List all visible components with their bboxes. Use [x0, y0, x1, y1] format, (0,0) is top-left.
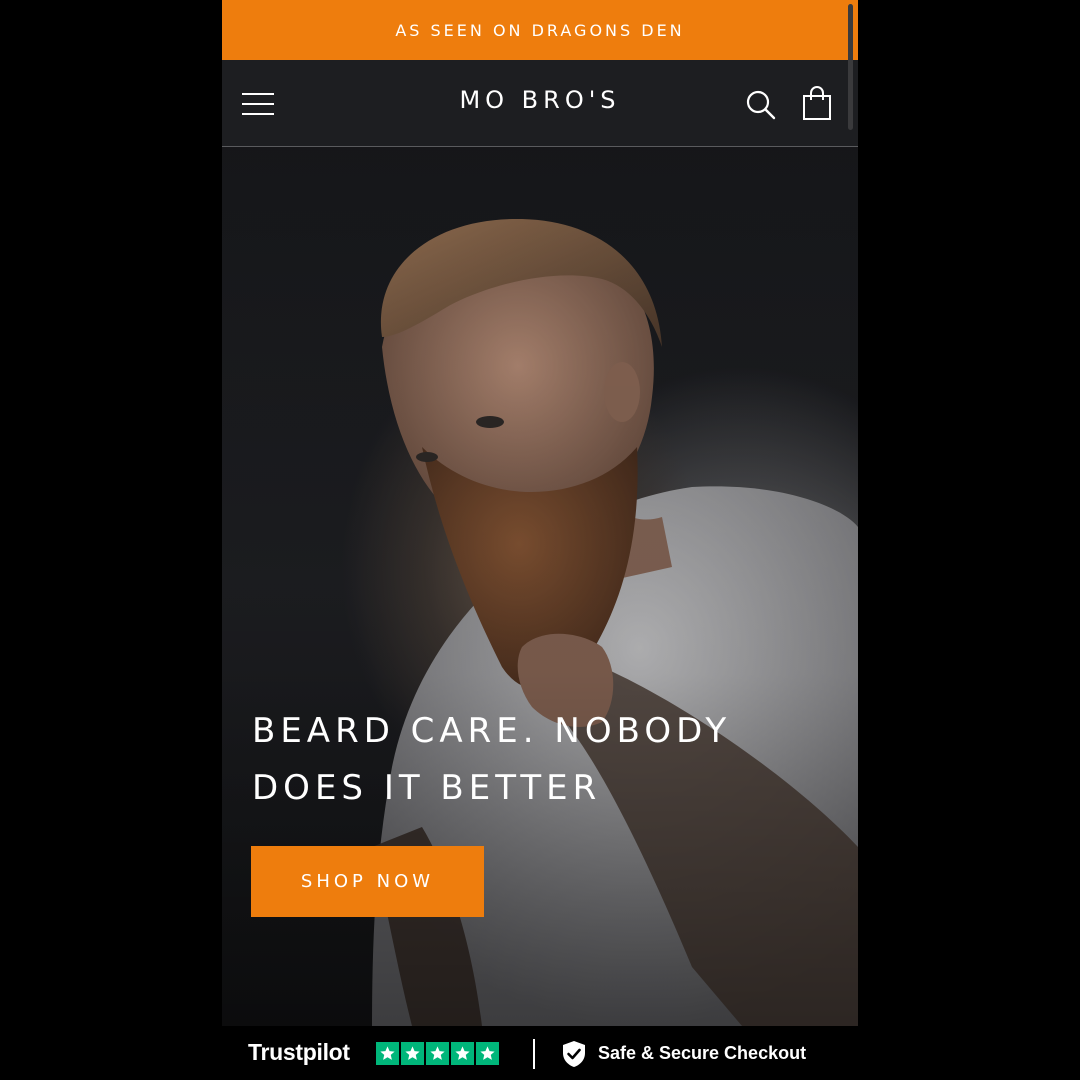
announcement-text: AS SEEN ON DRAGONS DEN	[395, 20, 685, 40]
trustpilot-rating	[376, 1042, 499, 1065]
site-header: MO BRO'S	[222, 60, 858, 147]
scrollbar[interactable]	[848, 4, 853, 130]
trust-divider	[533, 1039, 535, 1069]
star-icon	[476, 1042, 499, 1065]
trustpilot-logo[interactable]: Trustpilot	[248, 1039, 350, 1066]
secure-checkout-label: Safe & Secure Checkout	[598, 1043, 807, 1063]
headline-line-2: DOES IT BETTER	[252, 768, 602, 808]
hero-headline: BEARD CARE. NOBODY DOES IT BETTER	[252, 703, 842, 817]
star-icon	[376, 1042, 399, 1065]
mobile-viewport: AS SEEN ON DRAGONS DEN MO BRO'S BEARD CA…	[222, 0, 858, 1080]
shopping-bag-icon[interactable]	[800, 86, 834, 122]
hero-banner: BEARD CARE. NOBODY DOES IT BETTER SHOP N…	[222, 147, 858, 1026]
announcement-bar[interactable]: AS SEEN ON DRAGONS DEN	[222, 0, 858, 60]
shop-now-button[interactable]: SHOP NOW	[251, 846, 484, 917]
star-icon	[451, 1042, 474, 1065]
shield-check-icon	[562, 1040, 586, 1068]
star-icon	[401, 1042, 424, 1065]
headline-line-1: BEARD CARE. NOBODY	[252, 711, 732, 751]
search-icon[interactable]	[744, 88, 778, 122]
star-icon	[426, 1042, 449, 1065]
trust-bar: Trustpilot Safe & Secure Checkout	[222, 1026, 858, 1080]
